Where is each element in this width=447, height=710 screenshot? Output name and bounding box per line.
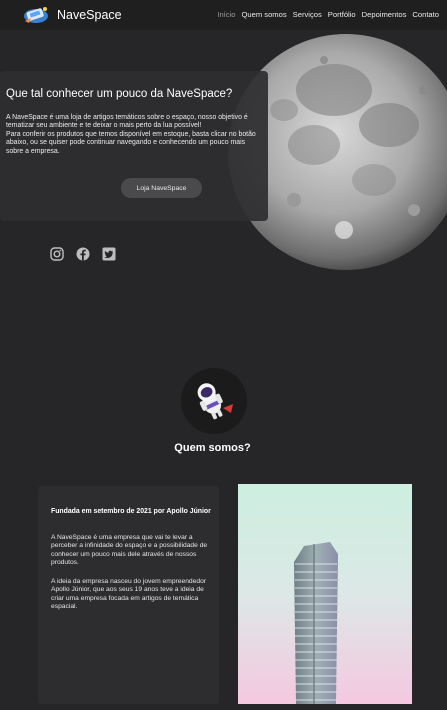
hero-paragraph-text: A NaveSpace é uma loja de artigos temáti… [6, 114, 256, 155]
instagram-icon[interactable] [50, 247, 64, 261]
nav-link-depoimentos[interactable]: Depoimentos [362, 10, 407, 19]
brand-name[interactable]: NaveSpace [57, 8, 122, 22]
nav-link-portfolio[interactable]: Portfólio [328, 10, 356, 19]
astronaut-avatar [181, 368, 247, 434]
nav-link-inicio[interactable]: Início [217, 10, 235, 19]
about-founded: Fundada em setembro de 2021 por Apollo J… [51, 508, 211, 515]
hero-paragraph: A NaveSpace é uma loja de artigos temáti… [6, 114, 258, 156]
about-paragraph-1: A NaveSpace é uma empresa que vai te lev… [51, 534, 208, 567]
hero-title: Que tal conhecer um pouco da NaveSpace? [6, 88, 233, 100]
top-navbar: NaveSpace Início Quem somos Serviços Por… [0, 0, 447, 30]
nav-link-contato[interactable]: Contato [412, 10, 439, 19]
social-links [50, 247, 116, 261]
facebook-icon[interactable] [76, 247, 90, 261]
nav-link-servicos[interactable]: Serviços [293, 10, 322, 19]
nav-links: Início Quem somos Serviços Portfólio Dep… [217, 10, 439, 19]
about-paragraph-2: A ideia da empresa nasceu do jovem empre… [51, 578, 207, 611]
building-image [238, 484, 412, 704]
about-heading: Quem somos? [174, 442, 251, 454]
store-button[interactable]: Loja NaveSpace [121, 178, 202, 198]
twitter-icon[interactable] [102, 247, 116, 261]
spaceship-logo-icon[interactable] [22, 4, 50, 26]
nav-link-quem-somos[interactable]: Quem somos [242, 10, 287, 19]
